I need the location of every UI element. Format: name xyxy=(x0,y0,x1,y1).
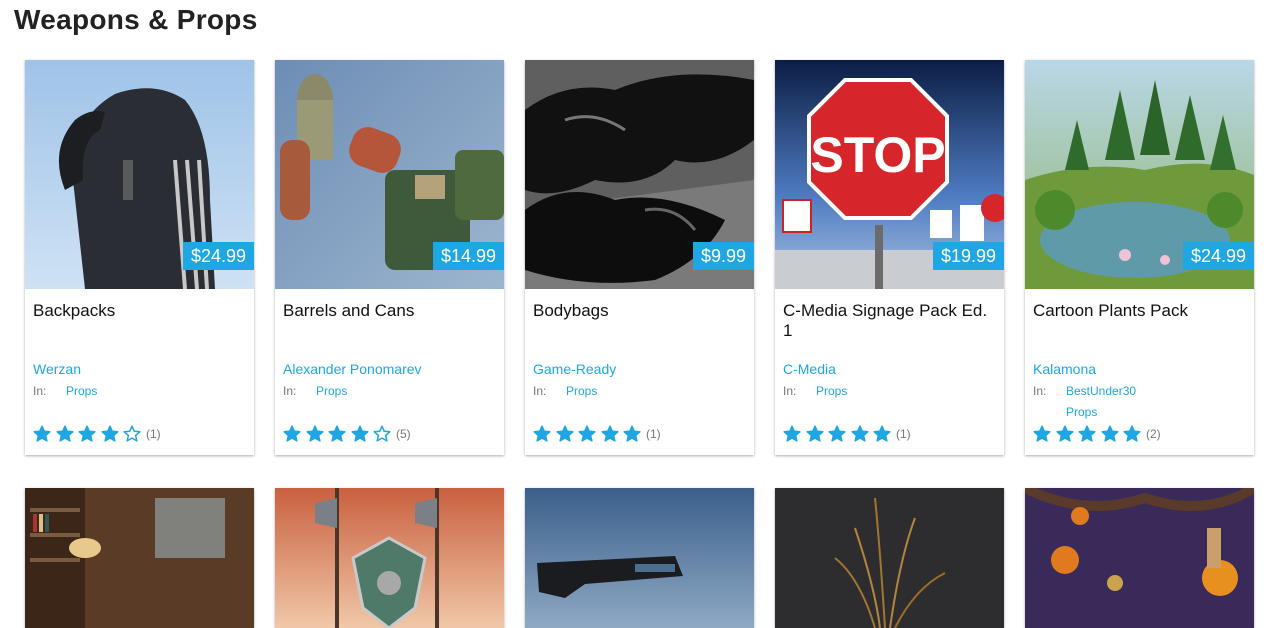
star-filled-icon xyxy=(1123,425,1141,442)
star-filled-icon xyxy=(873,425,891,442)
product-card[interactable] xyxy=(525,488,754,628)
star-filled-icon xyxy=(1056,425,1074,442)
author-link[interactable]: Game-Ready xyxy=(533,360,616,378)
dry-grass-image[interactable] xyxy=(775,488,1004,628)
author-link[interactable]: Alexander Ponomarev xyxy=(283,360,422,378)
star-rating: (1) xyxy=(783,425,911,443)
star-filled-icon xyxy=(851,425,869,442)
fantasy-axes-image[interactable] xyxy=(275,488,504,628)
star-filled-icon xyxy=(578,425,596,442)
price-tag: $14.99 xyxy=(432,242,504,270)
star-filled-icon xyxy=(56,425,74,442)
product-card[interactable] xyxy=(25,488,254,628)
in-label: In: xyxy=(783,384,797,398)
review-count: (1) xyxy=(895,427,911,441)
star-filled-icon xyxy=(1101,425,1119,442)
product-name[interactable]: Bodybags xyxy=(533,301,748,321)
svg-text:STOP: STOP xyxy=(810,127,945,183)
product-card[interactable]: STOP $19.99 C-Media Signage Pack Ed. 1 C… xyxy=(775,60,1004,455)
star-empty-icon xyxy=(373,425,391,442)
price-tag: $24.99 xyxy=(1182,242,1254,270)
category-link[interactable]: BestUnder30 xyxy=(1066,383,1136,399)
in-label: In: xyxy=(283,384,297,398)
star-filled-icon xyxy=(623,425,641,442)
product-name[interactable]: Barrels and Cans xyxy=(283,301,498,321)
review-count: (2) xyxy=(1145,427,1161,441)
category-link[interactable]: Props xyxy=(316,383,347,399)
star-filled-icon xyxy=(101,425,119,442)
in-label: In: xyxy=(1033,384,1047,398)
star-rating: (2) xyxy=(1033,425,1161,443)
star-empty-icon xyxy=(123,425,141,442)
category-link[interactable]: Props xyxy=(66,383,97,399)
star-filled-icon xyxy=(806,425,824,442)
in-label: In: xyxy=(533,384,547,398)
price-tag: $9.99 xyxy=(692,242,754,270)
star-rating: (1) xyxy=(33,425,161,443)
page-title: Weapons & Props xyxy=(14,4,258,35)
star-filled-icon xyxy=(306,425,324,442)
star-filled-icon xyxy=(351,425,369,442)
star-filled-icon xyxy=(533,425,551,442)
product-card[interactable]: $9.99 Bodybags Game-Ready In: Props (1) xyxy=(525,60,754,455)
product-name[interactable]: C-Media Signage Pack Ed. 1 xyxy=(783,301,998,341)
author-link[interactable]: Kalamona xyxy=(1033,360,1096,378)
product-card[interactable] xyxy=(775,488,1004,628)
category-link[interactable]: Props xyxy=(566,383,597,399)
price-tag: $24.99 xyxy=(182,242,254,270)
product-name[interactable]: Cartoon Plants Pack xyxy=(1033,301,1248,321)
in-label: In: xyxy=(33,384,47,398)
product-name[interactable]: Backpacks xyxy=(33,301,248,321)
library-room-image[interactable] xyxy=(25,488,254,628)
pistol-image[interactable] xyxy=(525,488,754,628)
author-link[interactable]: Werzan xyxy=(33,360,81,378)
star-filled-icon xyxy=(783,425,801,442)
star-filled-icon xyxy=(33,425,51,442)
star-rating: (1) xyxy=(533,425,661,443)
author-link[interactable]: C-Media xyxy=(783,360,836,378)
product-card[interactable]: $14.99 Barrels and Cans Alexander Ponoma… xyxy=(275,60,504,455)
star-filled-icon xyxy=(328,425,346,442)
category-link[interactable]: Props xyxy=(816,383,847,399)
product-card[interactable]: $24.99 Backpacks Werzan In: Props (1) xyxy=(25,60,254,455)
star-filled-icon xyxy=(1033,425,1051,442)
star-filled-icon xyxy=(1078,425,1096,442)
review-count: (1) xyxy=(645,427,661,441)
star-filled-icon xyxy=(283,425,301,442)
price-tag: $19.99 xyxy=(932,242,1004,270)
star-filled-icon xyxy=(601,425,619,442)
review-count: (5) xyxy=(395,427,411,441)
product-card[interactable] xyxy=(1025,488,1254,628)
star-filled-icon xyxy=(78,425,96,442)
category-link[interactable]: Props xyxy=(1066,404,1097,420)
product-card[interactable] xyxy=(275,488,504,628)
review-count: (1) xyxy=(145,427,161,441)
star-filled-icon xyxy=(556,425,574,442)
product-card[interactable]: $24.99 Cartoon Plants Pack Kalamona In: … xyxy=(1025,60,1254,455)
star-rating: (5) xyxy=(283,425,411,443)
star-filled-icon xyxy=(828,425,846,442)
halloween-tree-image[interactable] xyxy=(1025,488,1254,628)
